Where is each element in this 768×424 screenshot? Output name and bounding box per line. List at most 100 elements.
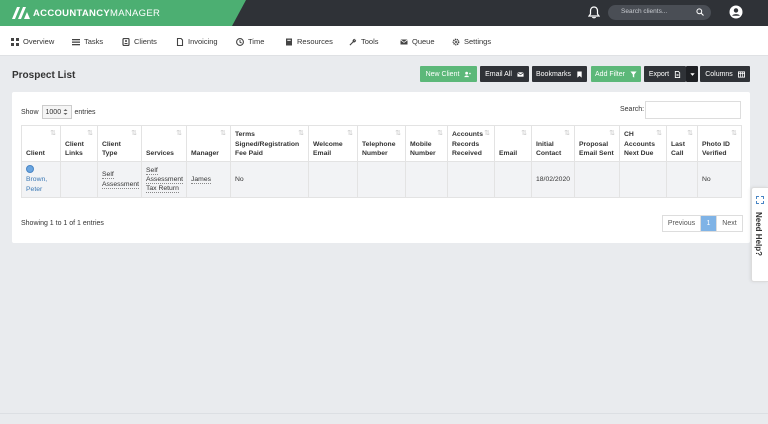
column-header-photo-id[interactable]: ⇅ Photo ID Verified (697, 125, 742, 162)
column-header-terms[interactable]: ⇅ Terms Signed/Registration Fee Paid (230, 125, 309, 162)
cell-photo-id: No (697, 161, 742, 198)
sort-icon: ⇅ (656, 130, 662, 137)
clock-icon (236, 37, 244, 46)
nav-label: Time (248, 37, 265, 46)
page-title: Prospect List (12, 70, 76, 81)
nav-label: Settings (464, 37, 492, 46)
grid-icon (11, 37, 19, 46)
table-info: Showing 1 to 1 of 1 entries (21, 220, 104, 227)
pagination: Previous 1 Next (662, 215, 743, 232)
status-dot-icon (26, 165, 34, 174)
nav-label: Invoicing (188, 37, 218, 46)
nav-resources[interactable]: Resources (285, 37, 333, 46)
table-row[interactable]: Brown, Peter Self Assessment Self Assess… (21, 161, 742, 198)
sort-icon: ⇅ (521, 130, 527, 137)
cell-last-call (666, 161, 698, 198)
show-label: Show (21, 108, 39, 116)
cell-client-links (60, 161, 98, 198)
nav-overview[interactable]: Overview (11, 37, 54, 46)
caret-down-icon (689, 72, 695, 76)
button-label: Bookmarks (535, 70, 571, 78)
button-label: Add Filter (595, 70, 625, 78)
button-label: Columns (705, 70, 733, 78)
page-button-current[interactable]: 1 (701, 216, 716, 231)
next-page-button[interactable]: Next (716, 216, 742, 231)
sort-icon: ⇅ (484, 130, 490, 137)
nav-clients[interactable]: Clients (122, 37, 157, 46)
user-icon[interactable] (729, 5, 743, 19)
nav-tools[interactable]: Tools (349, 37, 379, 46)
cell-manager: James (186, 161, 231, 198)
button-label: Email All (485, 70, 512, 78)
cell-email (494, 161, 532, 198)
search-placeholder: Search clients... (621, 8, 668, 15)
footer-divider (0, 413, 768, 414)
wrench-icon (349, 38, 357, 45)
bell-icon[interactable] (588, 6, 600, 19)
cell-client[interactable]: Brown, Peter (21, 161, 61, 198)
column-header-accounts-records[interactable]: ⇅ Accounts Records Received (447, 125, 495, 162)
nav-queue[interactable]: Queue (400, 37, 435, 46)
table-header-row: ⇅ Client ⇅ Client Links ⇅ Client Type ⇅ Serv… (21, 125, 742, 162)
prospect-table-card: Show 1000 entries Search: ⇅ Client ⇅ Clien… (12, 92, 750, 243)
column-header-client-links[interactable]: ⇅ Client Links (60, 125, 98, 162)
cell-mobile (405, 161, 448, 198)
search-input[interactable]: Search clients... (608, 5, 711, 20)
entries-value: 1000 (45, 108, 62, 116)
column-header-client[interactable]: ⇅ Client (21, 125, 61, 162)
column-header-last-call[interactable]: ⇅ Last Call (666, 125, 698, 162)
column-header-initial-contact[interactable]: ⇅ Initial Contact (531, 125, 575, 162)
brand-name[interactable]: ACCOUNTANCYMANAGER (33, 8, 160, 19)
nav-settings[interactable]: Settings (452, 37, 491, 46)
column-header-mobile[interactable]: ⇅ Mobile Number (405, 125, 448, 162)
cell-services: Self Assessment Tax Return (141, 161, 187, 198)
previous-page-button[interactable]: Previous (663, 216, 701, 231)
top-bar: ACCOUNTANCYMANAGER Search clients... (0, 0, 768, 26)
column-header-ch-accounts[interactable]: ⇅ CH Accounts Next Due (619, 125, 667, 162)
need-help-tab[interactable]: Need Help? (751, 187, 768, 282)
document-icon (176, 37, 184, 46)
nav-label: Queue (412, 37, 435, 46)
columns-button[interactable]: Columns (700, 66, 750, 82)
clients-icon (122, 37, 130, 46)
column-header-welcome-email[interactable]: ⇅ Welcome Email (308, 125, 358, 162)
envelope-icon (400, 38, 408, 44)
nav-tasks[interactable]: Tasks (72, 37, 103, 46)
list-icon (72, 38, 80, 45)
email-all-button[interactable]: Email All (480, 66, 529, 82)
search-icon[interactable] (696, 8, 704, 16)
sort-icon: ⇅ (437, 130, 443, 137)
column-header-telephone[interactable]: ⇅ Telephone Number (357, 125, 406, 162)
sort-icon: ⇅ (220, 130, 226, 137)
sort-icon: ⇅ (731, 130, 737, 137)
entries-length-control: Show 1000 entries (21, 105, 96, 119)
nav-label: Resources (297, 37, 333, 46)
table-search-label: Search: (620, 106, 645, 113)
gear-icon (452, 38, 460, 45)
column-header-manager[interactable]: ⇅ Manager (186, 125, 231, 162)
column-header-services[interactable]: ⇅ Services (141, 125, 187, 162)
nav-time[interactable]: Time (236, 37, 264, 46)
cell-terms: No (230, 161, 309, 198)
export-dropdown-button[interactable] (686, 66, 698, 82)
export-button[interactable]: Export (644, 66, 686, 82)
bookmark-icon (577, 70, 582, 78)
nav-invoicing[interactable]: Invoicing (176, 37, 218, 46)
need-help-label: Need Help? (754, 212, 763, 257)
column-header-proposal-email[interactable]: ⇅ Proposal Email Sent (574, 125, 620, 162)
select-arrows-icon (63, 109, 68, 115)
column-header-email[interactable]: ⇅ Email (494, 125, 532, 162)
logo-icon[interactable] (12, 7, 30, 19)
sort-icon: ⇅ (298, 130, 304, 137)
cell-initial-contact: 18/02/2020 (531, 161, 575, 198)
new-client-button[interactable]: New Client (420, 66, 477, 82)
entries-select[interactable]: 1000 (41, 105, 72, 119)
add-filter-button[interactable]: Add Filter (591, 66, 641, 82)
column-header-client-type[interactable]: ⇅ Client Type (97, 125, 142, 162)
bookmarks-button[interactable]: Bookmarks (532, 66, 587, 82)
filter-icon (630, 70, 637, 78)
cell-client-type: Self Assessment (97, 161, 142, 198)
table-search-input[interactable] (645, 101, 741, 119)
add-user-icon (464, 71, 472, 77)
cell-telephone (357, 161, 406, 198)
